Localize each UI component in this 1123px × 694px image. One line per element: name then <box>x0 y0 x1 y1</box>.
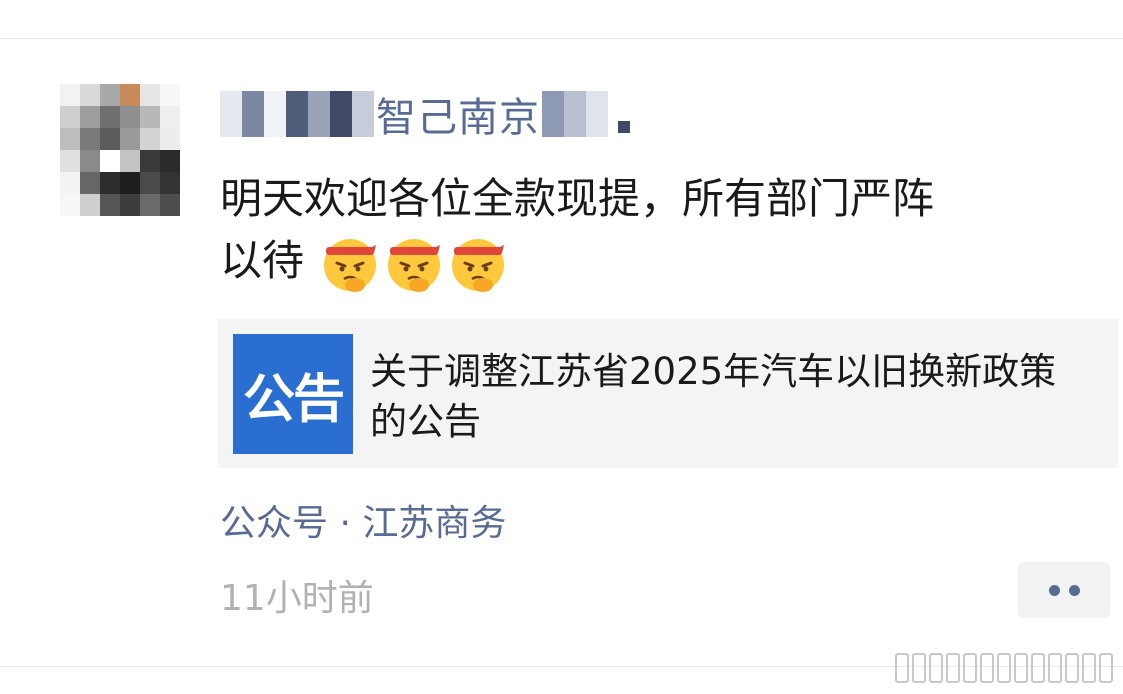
post-text-line-1: 明天欢迎各位全款现提，所有部门严阵 <box>220 174 935 223</box>
top-divider <box>0 38 1123 39</box>
shared-article-card[interactable]: 公告 关于调整江苏省2025年汽车以旧换新政策的公告 <box>218 319 1118 468</box>
more-dots-icon-2 <box>1068 584 1080 596</box>
post-text: 明天欢迎各位全款现提，所有部门严阵 以待 <box>220 168 1100 293</box>
watermark-graphic <box>895 648 1115 688</box>
avatar[interactable] <box>60 84 180 216</box>
username-mosaic-right <box>542 91 630 137</box>
fighting-face-emoji <box>452 238 505 292</box>
fighting-face-emoji <box>324 238 377 292</box>
article-thumbnail: 公告 <box>233 334 353 454</box>
source-link[interactable]: 公众号 · 江苏商务 <box>220 494 506 546</box>
post-text-line-2: 以待 <box>220 236 305 285</box>
post-timestamp: 11小时前 <box>220 578 374 619</box>
more-actions-button[interactable] <box>1018 562 1110 618</box>
emoji-row <box>321 235 507 293</box>
username-visible-text: 智己南京 <box>376 95 540 141</box>
article-title: 关于调整江苏省2025年汽车以旧换新政策的公告 <box>370 350 1057 443</box>
username-mosaic-left <box>220 91 374 137</box>
more-dots-icon <box>1048 584 1060 596</box>
fighting-face-emoji <box>388 238 441 292</box>
username[interactable]: 智己南京 <box>220 86 630 142</box>
